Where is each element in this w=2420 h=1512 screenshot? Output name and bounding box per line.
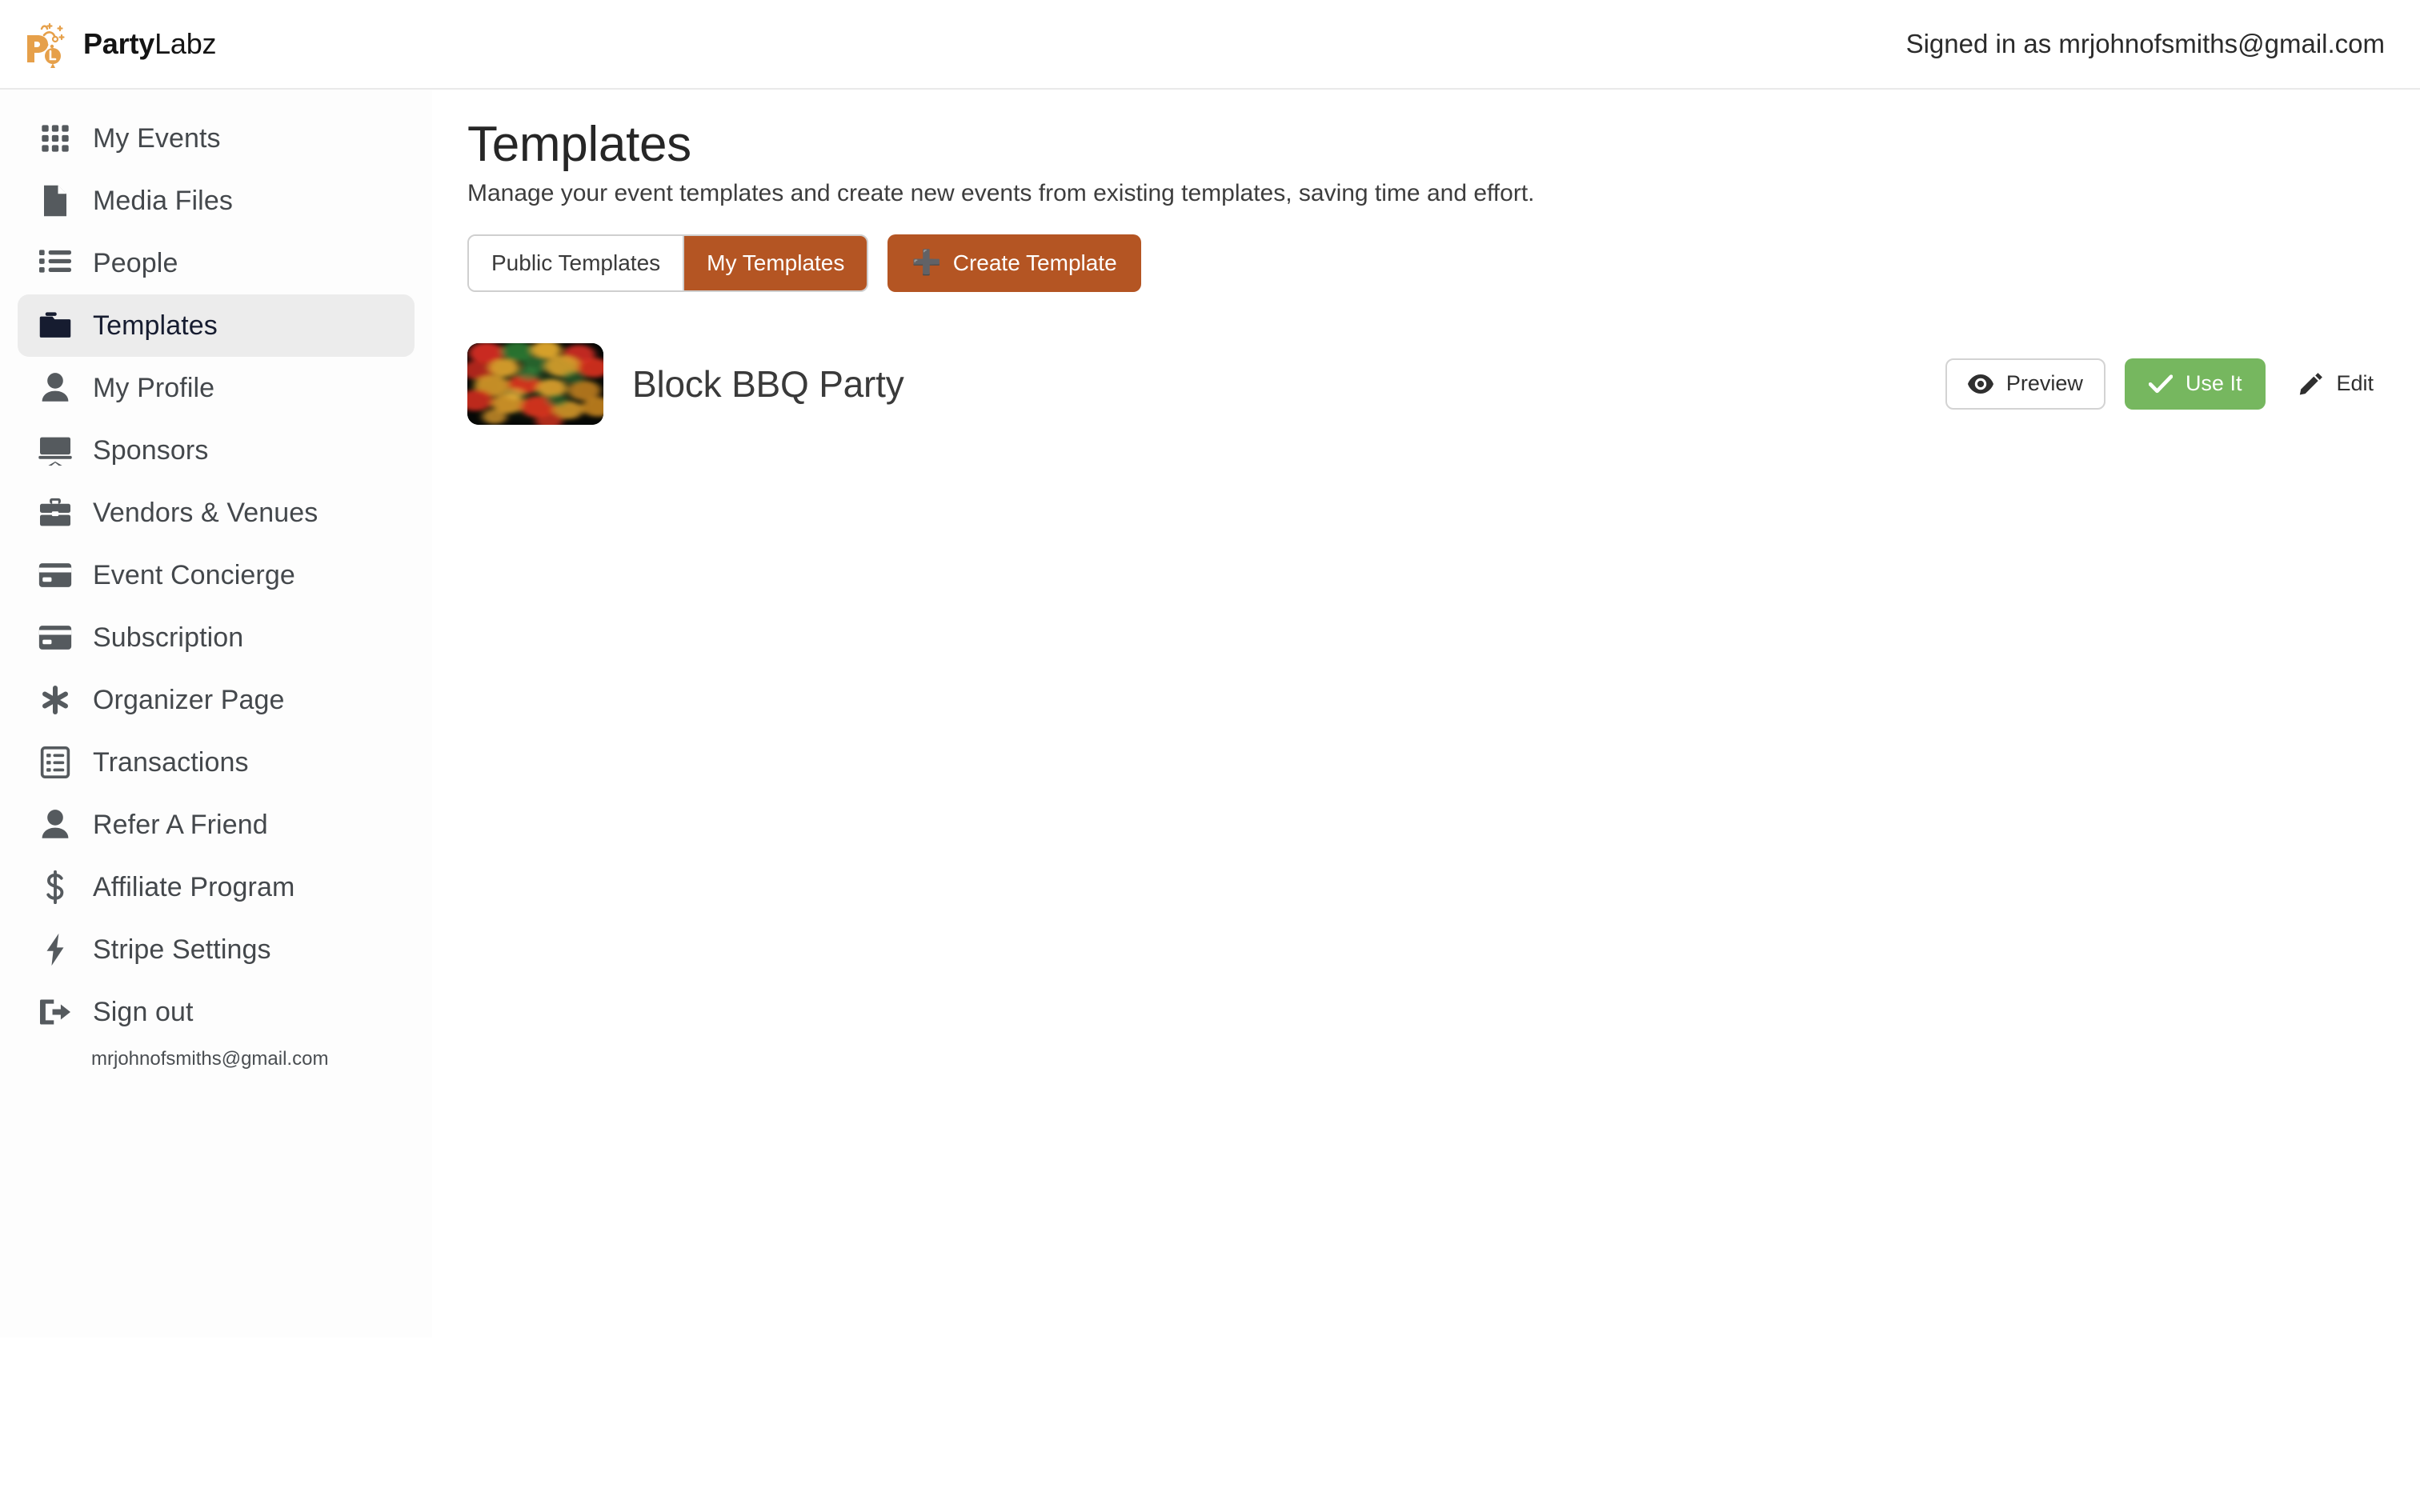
tab-my-templates[interactable]: My Templates [684, 235, 867, 290]
folder-icon [38, 309, 72, 342]
page-subtitle: Manage your event templates and create n… [467, 179, 1535, 206]
bokeh-lights-thumbnail-icon[interactable] [467, 342, 603, 425]
sidebar-item-label: Vendors & Venues [93, 497, 319, 528]
bolt-icon [38, 933, 72, 966]
template-row: Block BBQ Party Preview Use It Edit [467, 332, 2385, 436]
page-shell: My Events Media Files People Templates My Pr… [0, 90, 2420, 1338]
brand-name: PartyLabz [83, 27, 217, 61]
top-header: PartyLabz Signed in as mrjohnofsmiths@gm… [0, 0, 2420, 90]
create-template-label: Create Template [952, 250, 1117, 275]
party-popper-balloon-logo-icon [22, 18, 75, 70]
grid-icon [38, 122, 72, 155]
sidebar-item-label: Sponsors [93, 434, 209, 466]
sidebar-item-people[interactable]: People [18, 232, 415, 294]
sidebar-item-my-events[interactable]: My Events [18, 107, 415, 170]
signed-in-status: Signed in as mrjohnofsmiths@gmail.com [1905, 29, 2385, 58]
sidebar-item-label: My Profile [93, 372, 215, 403]
use-it-label: Use It [2185, 371, 2242, 396]
create-template-button[interactable]: ➕ Create Template [887, 234, 1141, 292]
template-name: Block BBQ Party [632, 362, 904, 405]
use-it-button[interactable]: Use It [2124, 358, 2266, 410]
sidebar-item-label: My Events [93, 122, 221, 154]
pencil-icon [2299, 372, 2323, 396]
preview-button[interactable]: Preview [1945, 358, 2105, 410]
brand-name-light: Labz [154, 27, 217, 60]
sidebar-item-label: Stripe Settings [93, 934, 271, 965]
sidebar-item-label: Event Concierge [93, 559, 295, 590]
sidebar-item-label: Organizer Page [93, 684, 285, 715]
templates-list: Block BBQ Party Preview Use It Edit [467, 332, 2385, 436]
plus-icon: ➕ [912, 249, 942, 276]
sidebar-item-organizer-page[interactable]: Organizer Page [18, 669, 415, 731]
sidebar-item-event-concierge[interactable]: Event Concierge [18, 544, 415, 606]
sidebar-item-stripe-settings[interactable]: Stripe Settings [18, 918, 415, 981]
user-icon [38, 371, 72, 405]
sidebar-item-sponsors[interactable]: Sponsors [18, 419, 415, 482]
sidebar-item-vendors-venues[interactable]: Vendors & Venues [18, 482, 415, 544]
sidebar-item-label: Subscription [93, 622, 244, 653]
sidebar-item-affiliate-program[interactable]: Affiliate Program [18, 856, 415, 918]
sidebar-item-label: Media Files [93, 185, 233, 216]
sidebar-item-my-profile[interactable]: My Profile [18, 357, 415, 419]
list-ul-icon [38, 246, 72, 280]
sidebar-item-label: Affiliate Program [93, 871, 295, 902]
sidebar-item-transactions[interactable]: Transactions [18, 731, 415, 794]
preview-label: Preview [2005, 371, 2083, 396]
credit-card-icon [38, 558, 72, 592]
sidebar-item-label: Templates [93, 310, 218, 341]
credit-card-icon [38, 621, 72, 654]
sidebar-item-media-files[interactable]: Media Files [18, 170, 415, 232]
check-icon [2148, 374, 2173, 394]
sidebar-item-label: Refer A Friend [93, 809, 268, 840]
main-content: Templates Manage your event templates an… [432, 90, 2420, 436]
asterisk-icon [38, 683, 72, 717]
sidebar-item-templates[interactable]: Templates [18, 294, 415, 357]
template-scope-tabs: Public Templates My Templates [467, 234, 869, 292]
sidebar-item-label: Sign out [93, 996, 194, 1027]
page-title: Templates [467, 117, 691, 172]
sidebar-item-label: Transactions [93, 746, 249, 778]
user-icon [38, 808, 72, 842]
sidebar-nav: My Events Media Files People Templates My Pr… [0, 90, 432, 1338]
list-alt-icon [38, 746, 72, 779]
sidebar-item-refer-a-friend[interactable]: Refer A Friend [18, 794, 415, 856]
sidebar-item-label: People [93, 247, 178, 278]
edit-button[interactable]: Edit [2285, 358, 2385, 410]
tab-public-templates[interactable]: Public Templates [469, 235, 683, 290]
sidebar-signed-in-email: mrjohnofsmiths@gmail.com [91, 1048, 329, 1070]
template-actions: Preview Use It Edit [1945, 358, 2385, 410]
file-icon [38, 184, 72, 218]
templates-toolbar: Public Templates My Templates ➕ Create T… [467, 234, 2385, 292]
brand-name-bold: Party [83, 27, 155, 60]
sign-out-icon [38, 995, 72, 1029]
eye-icon [1967, 374, 1993, 394]
template-identity: Block BBQ Party [467, 342, 904, 425]
sidebar-item-sign-out[interactable]: Sign out [18, 981, 415, 1043]
dollar-sign-icon [38, 870, 72, 904]
brand-logo[interactable]: PartyLabz [22, 18, 217, 70]
projector-screen-icon [38, 434, 72, 467]
edit-label: Edit [2336, 371, 2374, 396]
sidebar-item-subscription[interactable]: Subscription [18, 606, 415, 669]
briefcase-icon [38, 496, 72, 530]
